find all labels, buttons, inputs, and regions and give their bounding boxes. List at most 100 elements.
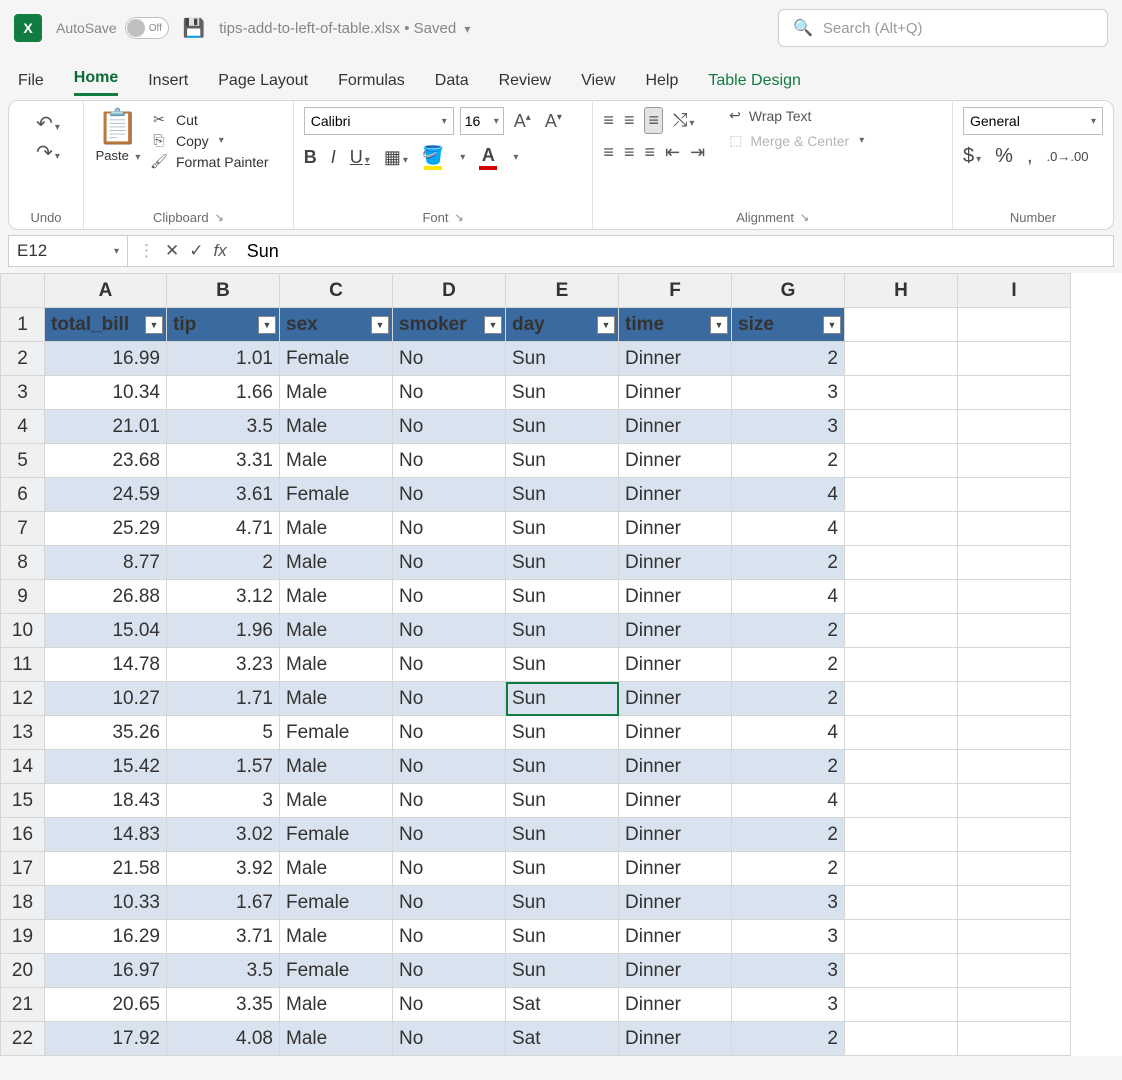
cell[interactable]: 35.26 xyxy=(45,716,167,750)
tab-insert[interactable]: Insert xyxy=(148,72,188,96)
cell[interactable]: Sun xyxy=(506,954,619,988)
cell[interactable]: Male xyxy=(280,988,393,1022)
dialog-launcher-icon[interactable]: ↘ xyxy=(454,211,463,224)
tab-file[interactable]: File xyxy=(18,72,44,96)
cell[interactable]: 26.88 xyxy=(45,580,167,614)
cell[interactable]: 10.34 xyxy=(45,376,167,410)
underline-button[interactable]: U▾ xyxy=(350,147,370,168)
cell[interactable] xyxy=(958,308,1071,342)
cell[interactable]: Male xyxy=(280,512,393,546)
row-header-17[interactable]: 17 xyxy=(1,852,45,886)
cell[interactable]: No xyxy=(393,444,506,478)
cell[interactable]: 14.83 xyxy=(45,818,167,852)
cell[interactable]: 3 xyxy=(167,784,280,818)
cell[interactable]: 2 xyxy=(732,546,845,580)
cell[interactable]: 2 xyxy=(732,614,845,648)
cell[interactable]: No xyxy=(393,580,506,614)
cell[interactable] xyxy=(845,342,958,376)
cell[interactable]: No xyxy=(393,512,506,546)
cell[interactable]: Sun xyxy=(506,818,619,852)
cell[interactable]: Sun xyxy=(506,410,619,444)
tab-review[interactable]: Review xyxy=(499,72,551,96)
cell[interactable]: Sun xyxy=(506,546,619,580)
tab-page-layout[interactable]: Page Layout xyxy=(218,72,308,96)
cell[interactable]: No xyxy=(393,750,506,784)
dialog-launcher-icon[interactable]: ↘ xyxy=(800,211,809,224)
cell[interactable]: 2 xyxy=(167,546,280,580)
cell[interactable]: 3.23 xyxy=(167,648,280,682)
row-header-4[interactable]: 4 xyxy=(1,410,45,444)
cell[interactable]: No xyxy=(393,852,506,886)
cell[interactable]: Dinner xyxy=(619,614,732,648)
cell[interactable]: No xyxy=(393,1022,506,1056)
cell[interactable]: Male xyxy=(280,376,393,410)
cell[interactable]: 2 xyxy=(732,852,845,886)
cell[interactable]: Female xyxy=(280,478,393,512)
cell[interactable]: Dinner xyxy=(619,716,732,750)
cell[interactable]: 3.92 xyxy=(167,852,280,886)
table-header-time[interactable]: time▼ xyxy=(619,308,732,342)
increase-indent-icon[interactable]: ⇥ xyxy=(690,142,705,163)
row-header-15[interactable]: 15 xyxy=(1,784,45,818)
cell[interactable] xyxy=(958,1022,1071,1056)
filter-dropdown-icon[interactable]: ▼ xyxy=(145,316,163,334)
cell[interactable]: 3.71 xyxy=(167,920,280,954)
save-icon[interactable]: 💾 xyxy=(183,18,205,39)
cell[interactable] xyxy=(958,682,1071,716)
cell[interactable] xyxy=(845,682,958,716)
cell[interactable] xyxy=(958,512,1071,546)
cell[interactable]: Male xyxy=(280,1022,393,1056)
borders-button[interactable]: ▦▾ xyxy=(384,147,408,168)
cell[interactable] xyxy=(958,648,1071,682)
name-box[interactable]: E12 ▾ xyxy=(8,235,128,267)
row-header-3[interactable]: 3 xyxy=(1,376,45,410)
cell[interactable] xyxy=(958,716,1071,750)
percent-button[interactable]: % xyxy=(995,145,1013,168)
cell[interactable]: Male xyxy=(280,852,393,886)
cell[interactable]: 10.33 xyxy=(45,886,167,920)
select-all-corner[interactable] xyxy=(1,274,45,308)
cell[interactable]: Sun xyxy=(506,648,619,682)
align-left-icon[interactable]: ≡ xyxy=(603,142,614,163)
cell[interactable]: Dinner xyxy=(619,648,732,682)
row-header-5[interactable]: 5 xyxy=(1,444,45,478)
cell[interactable] xyxy=(845,546,958,580)
column-header-D[interactable]: D xyxy=(393,274,506,308)
row-header-21[interactable]: 21 xyxy=(1,988,45,1022)
column-header-H[interactable]: H xyxy=(845,274,958,308)
row-header-1[interactable]: 1 xyxy=(1,308,45,342)
cell[interactable] xyxy=(958,988,1071,1022)
cell[interactable]: 4.08 xyxy=(167,1022,280,1056)
merge-center-button[interactable]: ⬚Merge & Center▾ xyxy=(729,132,864,149)
cell[interactable]: No xyxy=(393,546,506,580)
row-header-6[interactable]: 6 xyxy=(1,478,45,512)
cell[interactable]: Dinner xyxy=(619,750,732,784)
copy-button[interactable]: ⎘Copy▾ xyxy=(150,132,269,149)
cell[interactable]: 1.96 xyxy=(167,614,280,648)
format-painter-button[interactable]: 🖌Format Painter xyxy=(150,153,269,170)
cell[interactable]: 2 xyxy=(732,818,845,852)
cell[interactable]: Male xyxy=(280,648,393,682)
increase-decimal-button[interactable]: .0→.00 xyxy=(1047,149,1089,164)
cell[interactable]: Dinner xyxy=(619,886,732,920)
currency-button[interactable]: $▾ xyxy=(963,145,981,168)
filter-dropdown-icon[interactable]: ▼ xyxy=(258,316,276,334)
orientation-button[interactable]: ⤭▾ xyxy=(673,110,694,131)
search-input[interactable]: 🔍 Search (Alt+Q) xyxy=(778,9,1108,47)
cell[interactable]: Dinner xyxy=(619,444,732,478)
autosave-toggle[interactable]: AutoSave Off xyxy=(56,17,169,39)
cell[interactable]: 10.27 xyxy=(45,682,167,716)
align-middle-icon[interactable]: ≡ xyxy=(624,110,635,131)
filter-dropdown-icon[interactable]: ▼ xyxy=(710,316,728,334)
cell[interactable]: 3.31 xyxy=(167,444,280,478)
cell[interactable] xyxy=(845,716,958,750)
cell[interactable]: No xyxy=(393,410,506,444)
cell[interactable]: 3 xyxy=(732,376,845,410)
cell[interactable]: No xyxy=(393,376,506,410)
cell[interactable]: Dinner xyxy=(619,478,732,512)
redo-icon[interactable]: ↷▾ xyxy=(19,140,77,165)
cell[interactable]: Male xyxy=(280,920,393,954)
cell[interactable] xyxy=(845,444,958,478)
row-header-9[interactable]: 9 xyxy=(1,580,45,614)
cell[interactable]: Female xyxy=(280,886,393,920)
